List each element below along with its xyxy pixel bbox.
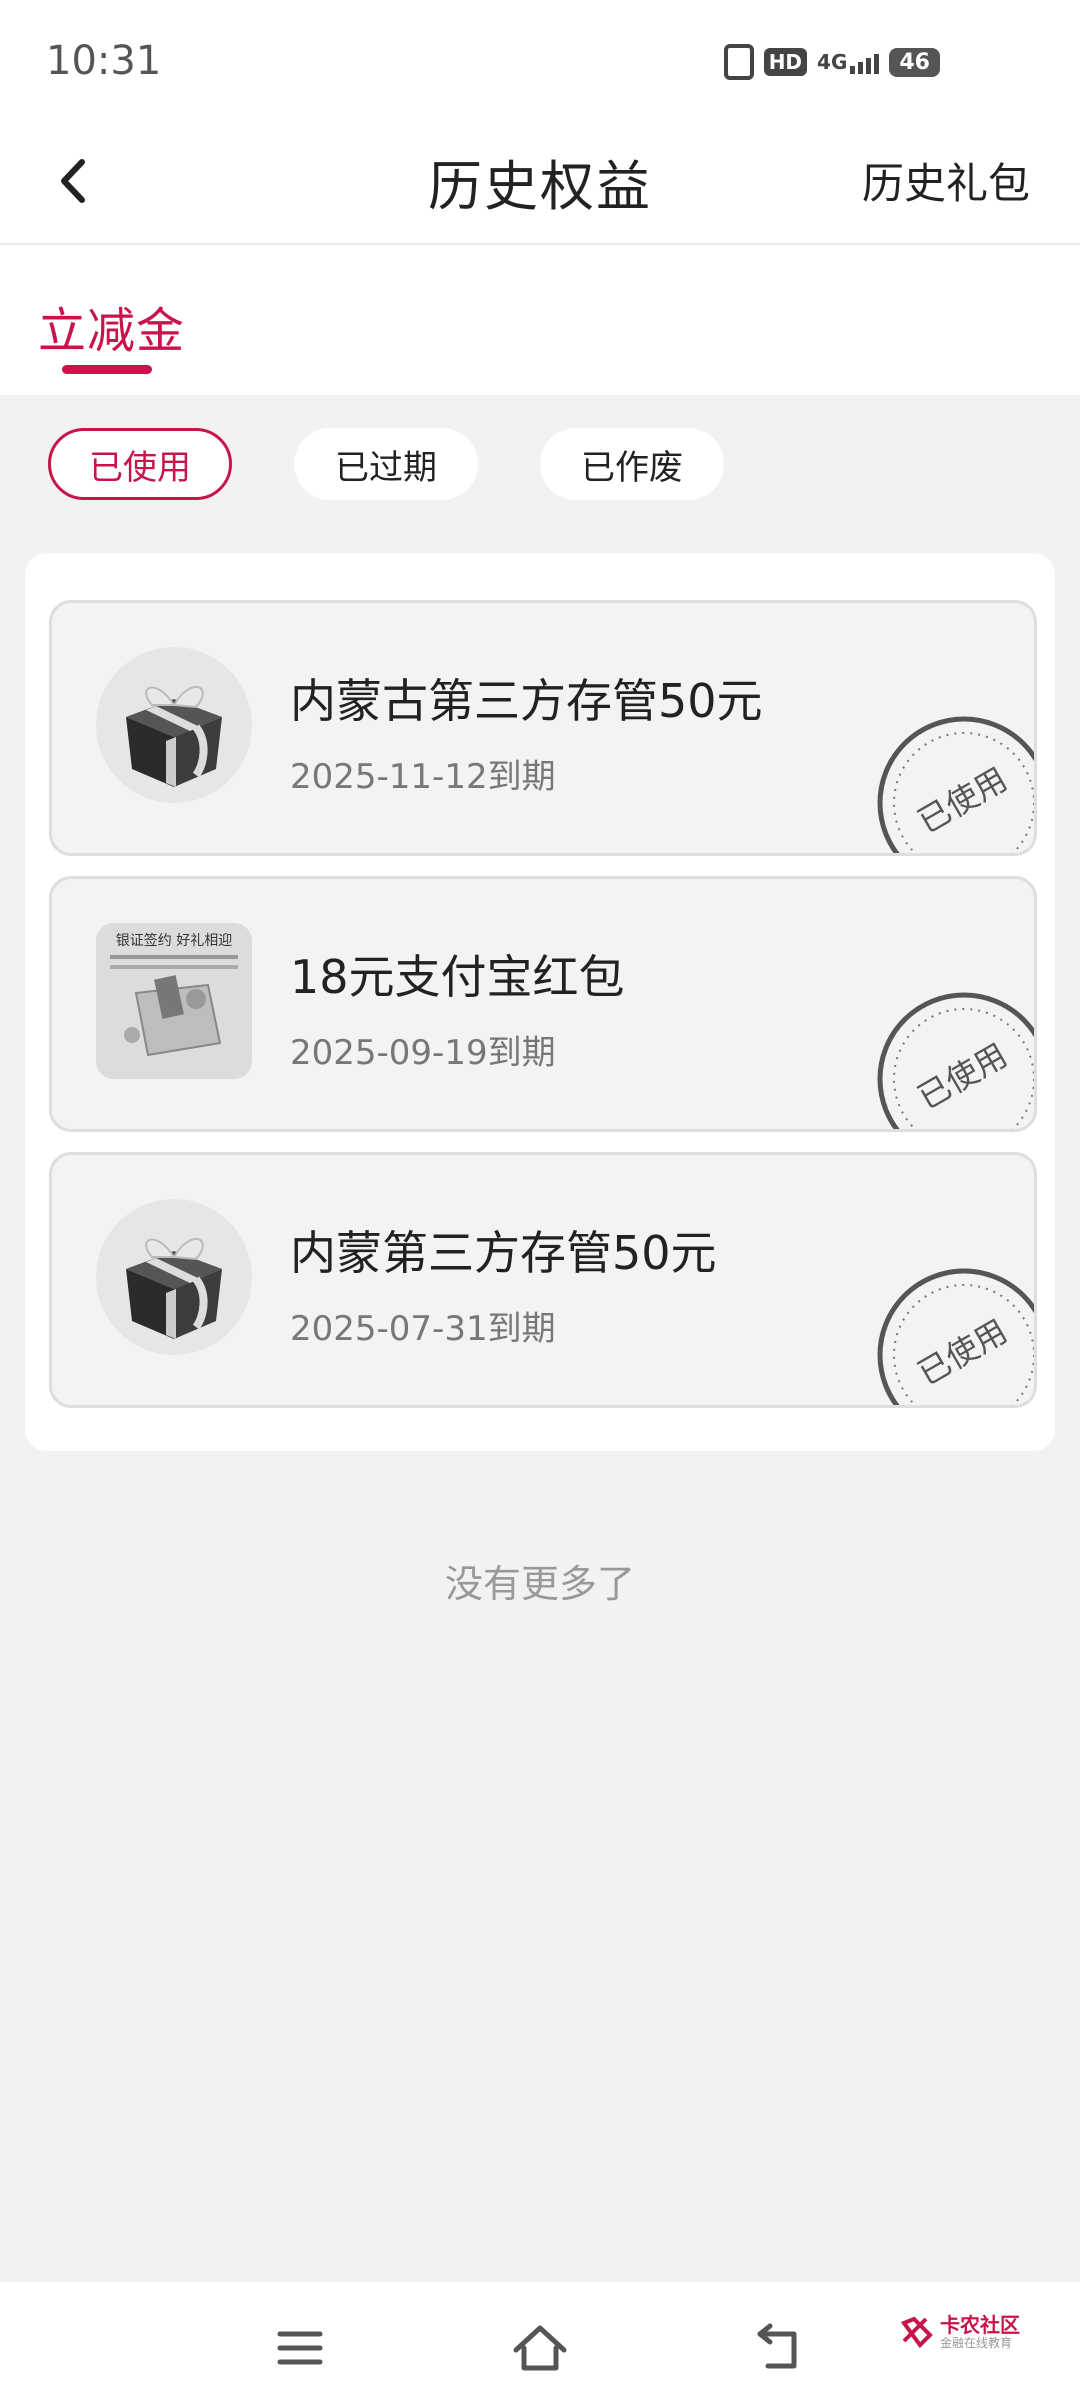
used-stamp-icon: 已使用 bbox=[877, 1268, 1034, 1405]
coupon-card[interactable]: 内蒙古第三方存管50元 2025-11-12到期 已使用 bbox=[49, 600, 1037, 856]
coupon-title: 18元支付宝红包 bbox=[290, 950, 625, 1004]
filter-voided[interactable]: 已作废 bbox=[540, 428, 724, 500]
tab-bar: 立减金 bbox=[0, 245, 1080, 395]
back-nav-button[interactable] bbox=[750, 2318, 810, 2378]
system-nav-bar: 卡农社区 金融在线教育 bbox=[0, 2282, 1080, 2408]
battery-icon: 46 bbox=[889, 47, 940, 77]
coupon-expiry: 2025-07-31到期 bbox=[290, 1309, 556, 1349]
return-icon bbox=[757, 2323, 797, 2369]
watermark-name: 卡农社区 bbox=[940, 2313, 1020, 2337]
filter-used[interactable]: 已使用 bbox=[48, 428, 232, 500]
used-stamp-icon: 已使用 bbox=[877, 716, 1034, 853]
home-icon bbox=[513, 2325, 567, 2371]
coupon-title: 内蒙古第三方存管50元 bbox=[290, 674, 763, 728]
menu-icon bbox=[277, 2331, 323, 2365]
nav-bar: 历史权益 历史礼包 bbox=[0, 120, 1080, 245]
tab-instant-discount[interactable]: 立减金 bbox=[38, 291, 185, 361]
stamp-label: 已使用 bbox=[911, 760, 1013, 841]
hd-badge: HD bbox=[763, 48, 808, 76]
gift-box-icon bbox=[96, 1199, 252, 1355]
status-bar: 10:31 HD 4G 46 bbox=[0, 0, 1080, 120]
network-type: 4G bbox=[817, 50, 848, 74]
stamp-label: 已使用 bbox=[911, 1312, 1013, 1393]
coupon-card[interactable]: 银证签约 好礼相迎 18元支付宝红包 2025-09-19到期 已使用 bbox=[49, 876, 1037, 1132]
watermark-tagline: 金融在线教育 bbox=[940, 2336, 1013, 2350]
filter-chips: 已使用 已过期 已作废 bbox=[48, 428, 724, 500]
watermark-icon bbox=[900, 2316, 933, 2349]
coupon-title: 内蒙第三方存管50元 bbox=[290, 1226, 717, 1280]
vibrate-icon bbox=[723, 44, 754, 80]
watermark-logo: 卡农社区 金融在线教育 bbox=[900, 2314, 1020, 2350]
tab-indicator bbox=[62, 365, 152, 374]
signal-icon: 4G bbox=[817, 50, 880, 74]
coupon-card[interactable]: 内蒙第三方存管50元 2025-07-31到期 已使用 bbox=[49, 1152, 1037, 1408]
filter-expired[interactable]: 已过期 bbox=[294, 428, 478, 500]
no-more-text: 没有更多了 bbox=[444, 1562, 635, 1606]
promo-headline: 银证签约 好礼相迎 bbox=[116, 932, 232, 949]
stamp-label: 已使用 bbox=[911, 1036, 1013, 1117]
gift-box-icon bbox=[96, 647, 252, 803]
home-button[interactable] bbox=[510, 2318, 570, 2378]
status-icons: HD 4G 46 bbox=[723, 44, 940, 80]
coupon-expiry: 2025-11-12到期 bbox=[290, 757, 556, 797]
menu-button[interactable] bbox=[270, 2318, 330, 2378]
history-gift-link[interactable]: 历史礼包 bbox=[862, 150, 1030, 211]
used-stamp-icon: 已使用 bbox=[877, 992, 1034, 1129]
promo-image: 银证签约 好礼相迎 bbox=[96, 923, 252, 1079]
status-time: 10:31 bbox=[46, 38, 162, 84]
coupon-expiry: 2025-09-19到期 bbox=[290, 1033, 556, 1073]
coupon-list: 内蒙古第三方存管50元 2025-11-12到期 已使用 银证签约 好礼相迎 1… bbox=[25, 553, 1055, 1451]
